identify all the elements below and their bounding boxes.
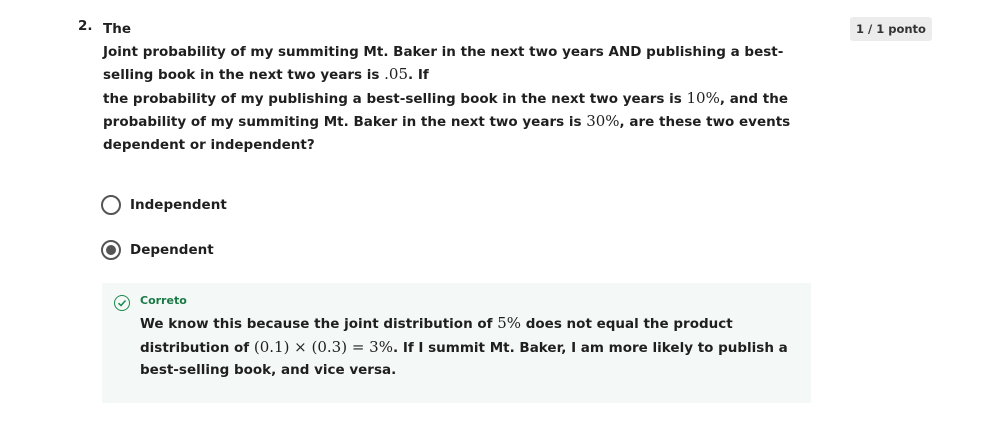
radio-checked-icon[interactable] [101,240,121,260]
question-text: The Joint probability of my summiting Mt… [103,18,813,156]
question-number: 2. [78,18,93,34]
math-value: .05 [384,65,409,83]
text-segment: . If [408,67,429,83]
score-badge: 1 / 1 ponto [850,17,932,41]
math-value: 5% [497,314,522,332]
check-circle-icon [114,295,130,311]
text-segment: the probability of my publishing a best-… [103,90,687,107]
question-line-3: the probability of my publishing a best-… [103,87,813,157]
option-independent[interactable]: Independent [101,195,227,215]
option-label: Dependent [130,242,214,258]
question-line-2: Joint probability of my summiting Mt. Ba… [103,41,813,87]
question-line-1: The [103,21,131,37]
feedback-text: We know this because the joint distribut… [140,312,800,382]
option-label: Independent [130,197,227,213]
math-value: 30% [586,112,620,130]
text-segment: Joint probability of my summiting Mt. Ba… [103,43,784,84]
text-segment: We know this because the joint distribut… [140,316,498,332]
math-value: 10% [686,88,720,107]
option-dependent[interactable]: Dependent [101,240,214,260]
feedback-box: Correto We know this because the joint d… [102,283,811,403]
feedback-title: Correto [140,294,187,307]
radio-unchecked-icon[interactable] [101,195,121,215]
math-expression: (0.1) × (0.3) = 3% [253,337,393,356]
